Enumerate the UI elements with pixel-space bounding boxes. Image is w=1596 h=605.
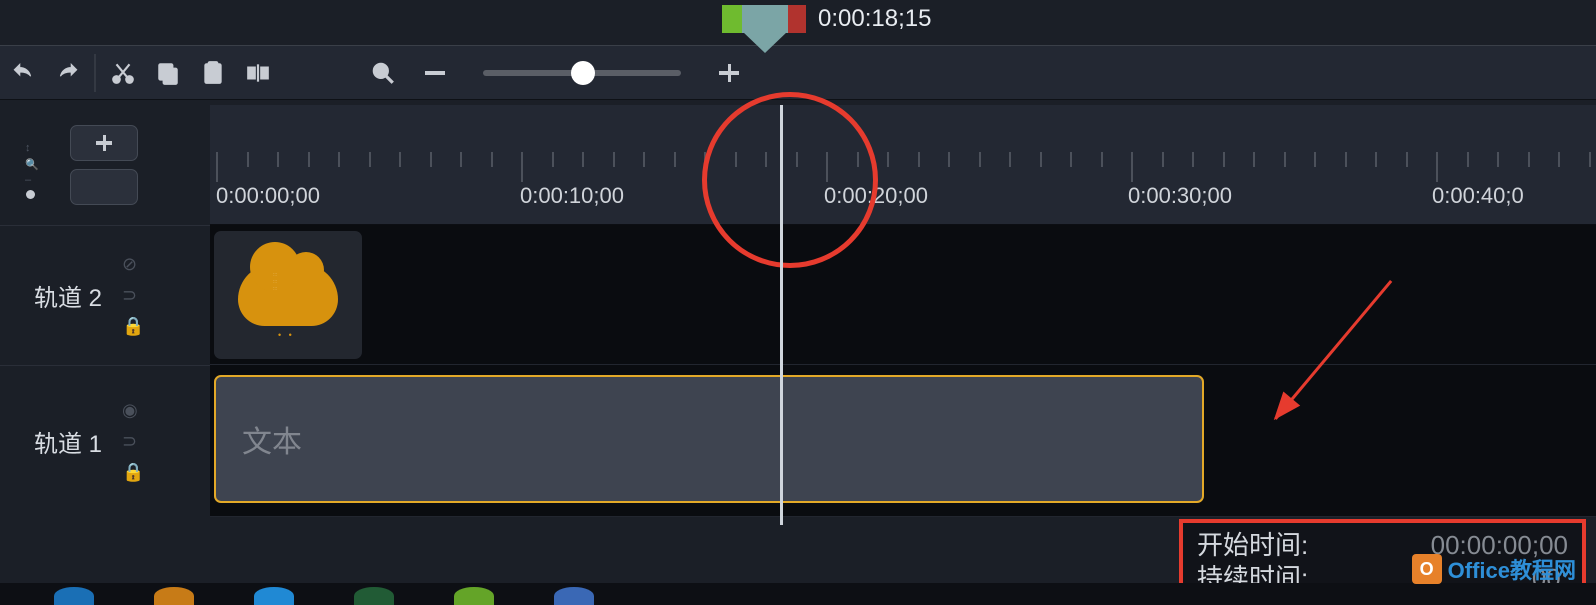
annotation-circle <box>702 92 878 268</box>
playhead-marker[interactable]: 0:00:18;15 <box>722 5 931 33</box>
lock-icon[interactable]: 🔒 <box>122 462 144 483</box>
start-time-label: 开始时间: <box>1197 529 1308 562</box>
ruler-label: 0:00:40;0 <box>1432 183 1524 209</box>
track2-label: 轨道 2 <box>34 278 102 313</box>
zoom-out-button[interactable] <box>405 50 465 95</box>
add-track-button[interactable] <box>70 125 138 161</box>
expand-track-button[interactable] <box>70 169 138 205</box>
zoom-slider[interactable] <box>483 70 681 76</box>
watermark-brand: Office教程网 <box>1448 553 1576 585</box>
paste-button[interactable] <box>190 50 235 95</box>
zoom-in-button[interactable] <box>699 50 759 95</box>
side-mini-controls: ↕🔍– <box>0 115 60 215</box>
clip-text[interactable]: 文本 <box>214 375 1204 503</box>
playhead-line[interactable] <box>780 105 783 525</box>
split-button[interactable] <box>235 50 280 95</box>
playhead-handle-icon[interactable] <box>742 5 788 33</box>
zoom-icon[interactable] <box>360 50 405 95</box>
lock-icon[interactable]: 🔒 <box>122 316 144 337</box>
track1-header[interactable]: 轨道 1 ◉ ⊃ 🔒 <box>0 365 210 517</box>
taskbar <box>0 583 1596 605</box>
playhead-time: 0:00:18;15 <box>818 5 931 33</box>
track2-header[interactable]: 轨道 2 ⊘ ⊃ 🔒 <box>0 225 210 365</box>
redo-button[interactable] <box>45 50 90 95</box>
watermark-badge-icon: O <box>1412 554 1442 584</box>
undo-button[interactable] <box>0 50 45 95</box>
marker-out-icon <box>788 5 806 33</box>
ruler-label: 0:00:00;00 <box>216 183 320 209</box>
copy-button[interactable] <box>145 50 190 95</box>
ruler-label: 0:00:30;00 <box>1128 183 1232 209</box>
ruler-label: 0:00:10;00 <box>520 183 624 209</box>
track2-lane[interactable]: ::::::::: • • <box>210 225 1596 365</box>
separator <box>94 54 96 92</box>
clip-text-label: 文本 <box>242 417 302 461</box>
track2-icons: ⊘ ⊃ 🔒 <box>122 254 144 337</box>
magnet-icon[interactable]: ⊃ <box>122 285 144 306</box>
zoom-thumb[interactable] <box>571 61 595 85</box>
cloud-icon: ::::::::: • • <box>238 264 338 326</box>
track1-label: 轨道 1 <box>34 424 102 459</box>
track1-lane[interactable]: 文本 <box>210 365 1596 517</box>
magnet-icon[interactable]: ⊃ <box>122 431 144 452</box>
visibility-off-icon[interactable]: ⊘ <box>122 254 144 275</box>
marker-in-icon <box>722 5 742 33</box>
cut-button[interactable] <box>100 50 145 95</box>
visibility-icon[interactable]: ◉ <box>122 400 144 421</box>
track1-icons: ◉ ⊃ 🔒 <box>122 400 144 483</box>
timeline-ruler[interactable]: 0:00:00;00 0:00:10;00 0:00:20;00 0:00:30… <box>210 105 1596 225</box>
watermark: O Office教程网 <box>1412 553 1576 585</box>
clip-cloud[interactable]: ::::::::: • • <box>214 231 362 359</box>
